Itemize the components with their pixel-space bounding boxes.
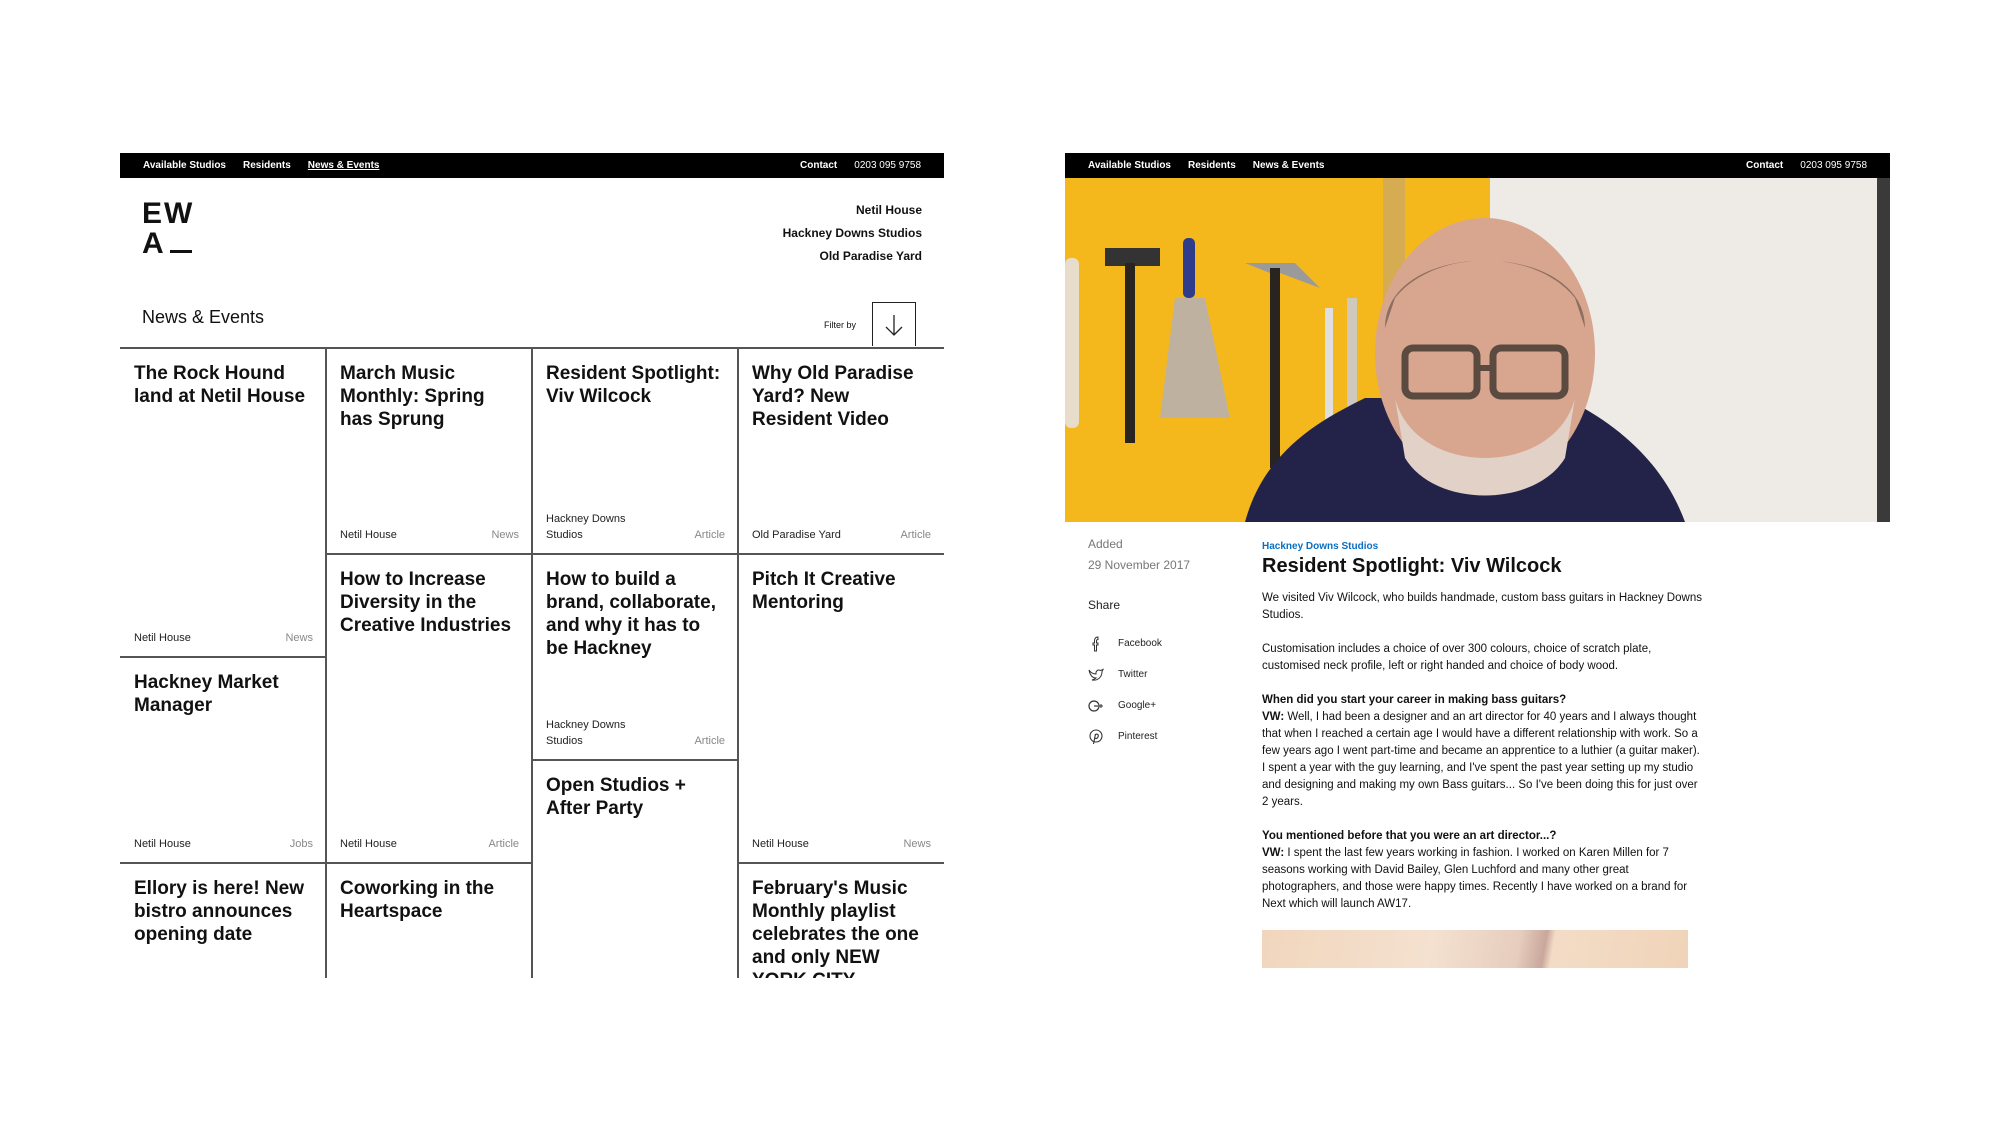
- added-label: Added: [1088, 537, 1123, 551]
- nav-available-studios[interactable]: Available Studios: [1088, 160, 1171, 171]
- facebook-icon: [1092, 635, 1099, 651]
- news-card[interactable]: The Rock Hound land at Netil House Netil…: [120, 349, 326, 656]
- section-title: News & Events: [142, 307, 265, 327]
- logo[interactable]: EW A: [142, 199, 194, 259]
- card-location: Old Paradise Yard: [752, 529, 841, 541]
- filter-label: Filter by: [824, 320, 857, 330]
- location-links: Netil House Hackney Downs Studios Old Pa…: [783, 199, 922, 268]
- share-twitter-label: Twitter: [1118, 669, 1148, 680]
- card-location: Netil House: [134, 632, 191, 644]
- question: You mentioned before that you were an ar…: [1262, 830, 1557, 842]
- card-title: How to build a brand, collaborate, and w…: [546, 569, 716, 659]
- card-type: Article: [488, 838, 519, 850]
- article-page: Available Studios Residents News & Event…: [1065, 153, 1890, 978]
- card-title: Hackney Market Manager: [134, 672, 279, 716]
- filter-button[interactable]: [872, 302, 916, 346]
- pinterest-icon: [1089, 728, 1103, 744]
- share-google-plus-label: Google+: [1118, 700, 1157, 711]
- news-card[interactable]: Why Old Paradise Yard? New Resident Vide…: [738, 349, 944, 553]
- share-pinterest-label: Pinterest: [1118, 731, 1158, 742]
- card-type: News: [491, 529, 519, 541]
- article-meta: Added 29 November 2017: [1088, 534, 1190, 576]
- article-image: [1262, 930, 1688, 968]
- nav-news-events[interactable]: News & Events: [308, 160, 380, 171]
- hero-photo: [1065, 178, 1890, 522]
- card-location: Hackney Downs Studios: [546, 513, 626, 541]
- card-title: March Music Monthly: Spring has Sprung: [340, 363, 485, 430]
- answer: I spent the last few years working in fa…: [1262, 847, 1688, 910]
- nav-residents[interactable]: Residents: [1188, 160, 1236, 171]
- news-card[interactable]: Ellory is here! New bistro announces ope…: [120, 864, 326, 978]
- logo-line2: A: [142, 227, 166, 260]
- share-facebook-label: Facebook: [1118, 638, 1162, 649]
- card-type: Article: [694, 529, 725, 541]
- news-card[interactable]: Pitch It Creative Mentoring Netil House N…: [738, 555, 944, 862]
- news-card[interactable]: February's Music Monthly playlist celebr…: [738, 864, 944, 978]
- card-type: Article: [900, 529, 931, 541]
- nav-contact[interactable]: Contact: [800, 160, 837, 171]
- card-type: Jobs: [289, 838, 313, 850]
- share-twitter[interactable]: Twitter: [1088, 659, 1162, 690]
- news-listing-page: Available Studios Residents News & Event…: [120, 153, 944, 978]
- question: When did you start your career in making…: [1262, 694, 1567, 706]
- top-nav: Available Studios Residents News & Event…: [1065, 153, 1890, 178]
- location-hackney-downs[interactable]: Hackney Downs Studios: [783, 222, 922, 245]
- card-title: February's Music Monthly playlist celebr…: [752, 878, 919, 978]
- card-location: Hackney Downs Studios: [546, 719, 626, 747]
- hero-photo-illustration: [1065, 178, 1890, 522]
- article-qa: When did you start your career in making…: [1262, 692, 1702, 811]
- card-title: How to Increase Diversity in the Creativ…: [340, 569, 512, 636]
- article-qa: You mentioned before that you were an ar…: [1262, 828, 1702, 913]
- share-list: Facebook Twitter Google+ Pinterest: [1088, 628, 1162, 752]
- location-old-paradise-yard[interactable]: Old Paradise Yard: [783, 245, 923, 268]
- news-card[interactable]: Coworking in the Heartspace: [326, 864, 532, 978]
- card-location: Netil House: [752, 838, 809, 850]
- share-google-plus[interactable]: Google+: [1088, 690, 1162, 721]
- twitter-icon: [1088, 668, 1104, 681]
- share-pinterest[interactable]: Pinterest: [1088, 721, 1162, 752]
- logo-underscore: [169, 250, 192, 253]
- news-card[interactable]: Hackney Market Manager Netil House Jobs: [120, 658, 326, 862]
- card-title: Coworking in the Heartspace: [340, 878, 495, 922]
- answer: Well, I had been a designer and an art d…: [1262, 711, 1700, 808]
- card-type: News: [903, 838, 931, 850]
- nav-contact[interactable]: Contact: [1746, 160, 1783, 171]
- card-type: News: [285, 632, 313, 644]
- article-paragraph: Customisation includes a choice of over …: [1262, 643, 1652, 672]
- nav-residents[interactable]: Residents: [243, 160, 291, 171]
- nav-phone[interactable]: 0203 095 9758: [854, 160, 921, 171]
- share-label: Share: [1088, 598, 1121, 612]
- location-netil-house[interactable]: Netil House: [783, 199, 922, 222]
- news-card[interactable]: How to Increase Diversity in the Creativ…: [326, 555, 532, 862]
- added-date: 29 November 2017: [1088, 558, 1191, 572]
- news-card[interactable]: How to build a brand, collaborate, and w…: [532, 555, 738, 759]
- share-facebook[interactable]: Facebook: [1088, 628, 1162, 659]
- nav-phone[interactable]: 0203 095 9758: [1800, 160, 1867, 171]
- card-location: Netil House: [340, 838, 397, 850]
- logo-line1: EW: [142, 197, 195, 230]
- card-title: Why Old Paradise Yard? New Resident Vide…: [752, 363, 914, 430]
- google-plus-icon: [1088, 699, 1103, 712]
- card-location: Netil House: [340, 529, 397, 541]
- news-card[interactable]: March Music Monthly: Spring has Sprung N…: [326, 349, 532, 553]
- news-card[interactable]: Open Studios + After Party: [532, 761, 738, 978]
- answer-label: VW:: [1262, 711, 1285, 723]
- article-title: Resident Spotlight: Viv Wilcock: [1262, 555, 1562, 577]
- nav-news-events[interactable]: News & Events: [1253, 160, 1325, 171]
- article-body: Hackney Downs Studios Resident Spotlight…: [1262, 541, 1702, 968]
- arrow-down-icon: [885, 314, 903, 336]
- card-title: Pitch It Creative Mentoring: [752, 569, 896, 613]
- article-category[interactable]: Hackney Downs Studios: [1262, 541, 1702, 552]
- nav-available-studios[interactable]: Available Studios: [143, 160, 226, 171]
- card-location: Netil House: [134, 838, 191, 850]
- article-paragraph: We visited Viv Wilcock, who builds handm…: [1262, 592, 1702, 621]
- card-title: The Rock Hound land at Netil House: [134, 363, 306, 407]
- card-title: Ellory is here! New bistro announces ope…: [134, 878, 305, 945]
- card-title: Resident Spotlight: Viv Wilcock: [546, 363, 721, 407]
- card-type: Article: [694, 735, 725, 747]
- top-nav: Available Studios Residents News & Event…: [120, 153, 944, 178]
- news-card[interactable]: Resident Spotlight: Viv Wilcock Hackney …: [532, 349, 738, 553]
- card-title: Open Studios + After Party: [546, 775, 686, 819]
- answer-label: VW:: [1262, 847, 1285, 859]
